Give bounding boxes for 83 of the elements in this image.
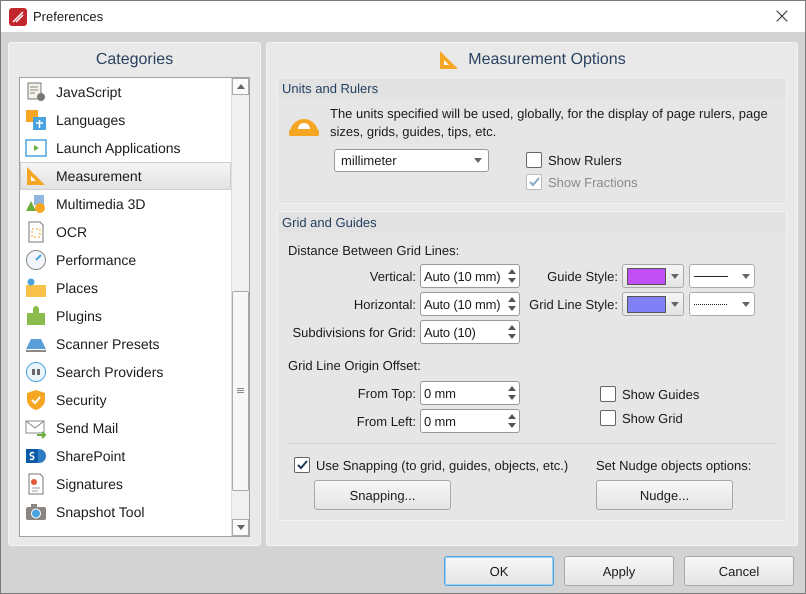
nudge-label: Set Nudge objects options: [596,458,752,472]
field-label: Subdivisions for Grid: [291,324,417,340]
scroll-down-button[interactable] [232,519,249,536]
category-item[interactable]: Languages [20,106,231,134]
field-label: Horizontal: [352,296,417,312]
window-title: Preferences [33,9,104,24]
snapping-button[interactable]: Snapping... [314,480,451,510]
category-item[interactable]: Signatures [20,470,231,498]
caret-icon [742,302,750,306]
puzzle-icon [25,304,47,327]
checkbox[interactable] [600,410,616,426]
app-logo-icon [9,8,27,26]
spin-arrows-icon [508,268,516,284]
category-item[interactable]: Plugins [20,302,231,330]
field-label: From Left: [356,414,417,428]
checkbox-label: Show Guides [622,386,700,402]
category-item[interactable]: Multimedia 3D [20,190,231,218]
field-label: Guide Style: [546,268,619,284]
caret-icon [742,274,750,278]
field-label: From Top: [356,386,417,400]
color-picker-button[interactable] [622,264,684,288]
shield-check-icon [25,388,47,411]
spin-field[interactable]: Auto (10 mm) [420,264,520,288]
category-item[interactable]: Security [20,386,231,414]
line-sample-icon [694,274,728,278]
line-style-dropdown[interactable] [689,264,755,288]
spin-arrows-icon [508,385,516,401]
spin-arrows-icon [508,413,516,429]
dialog-button[interactable]: Apply [564,556,674,586]
spin-arrows-icon [508,324,516,340]
spin-field[interactable]: 0 mm [420,381,520,405]
category-item[interactable]: Places [20,274,231,302]
group-title: Grid and Guides [282,215,377,230]
section-heading: Distance Between Grid Lines: [288,243,460,258]
category-item[interactable]: OCR [20,218,231,246]
close-button[interactable]: × [767,2,797,30]
scrollbar[interactable] [231,78,249,536]
category-item[interactable]: Send Mail [20,414,231,442]
gauge-icon [25,248,47,271]
group-title: Units and Rulers [282,81,378,96]
spin-field[interactable]: Auto (10 mm) [420,292,520,316]
color-picker-button[interactable] [622,292,684,316]
caret-icon [474,158,482,163]
unit-dropdown[interactable]: millimeter [334,149,489,172]
field-label: Grid Line Style: [528,296,619,312]
dialog-button[interactable]: Cancel [684,556,794,586]
spin-field[interactable]: 0 mm [420,409,520,433]
spin-field[interactable]: Auto (10) [420,320,520,344]
category-item[interactable]: Snapshot Tool [20,498,231,526]
caret-icon [671,302,679,306]
category-item[interactable]: SharePoint [20,442,231,470]
dialog-button[interactable]: OK [444,556,554,586]
up-arrow-icon [236,84,244,89]
panel-title: Measurement Options [468,51,626,69]
checkbox-label: Use Snapping (to grid, guides, objects, etc.) [316,458,568,472]
scroll-up-button[interactable] [232,78,249,95]
folder-pin-icon [25,276,47,299]
scroll-thumb[interactable] [232,290,249,491]
checkbox[interactable] [600,386,616,402]
checkbox-label: Show Fractions [548,174,638,190]
category-item[interactable]: JavaScript [20,78,231,106]
checkbox-label: Show Grid [622,410,683,426]
category-item[interactable]: Search Providers [20,358,231,386]
category-item[interactable]: Scanner Presets [20,330,231,358]
panel-title: Categories [96,50,174,69]
section-heading: Grid Line Origin Offset: [288,358,422,373]
category-item[interactable]: Performance [20,246,231,274]
line-sample-icon [694,302,728,306]
caret-icon [671,274,679,278]
category-item[interactable]: Launch Applications [20,134,231,162]
down-arrow-icon [236,525,244,530]
field-label: Vertical: [368,268,417,284]
spin-arrows-icon [508,296,516,312]
checkbox-label: Show Rulers [548,152,622,168]
checkbox[interactable] [294,457,310,473]
translate-icon [25,108,47,131]
nudge-button[interactable]: Nudge... [596,480,733,510]
description-text: The units specified will be used, globally, for the display of page rulers, page sizes, grids, guides, tips, etc. [330,105,769,141]
category-item[interactable]: Measurement [20,162,231,190]
checkbox[interactable] [526,152,542,168]
window-play-icon [25,136,47,159]
script-gear-icon [25,80,47,103]
shapes-icon [25,192,47,215]
